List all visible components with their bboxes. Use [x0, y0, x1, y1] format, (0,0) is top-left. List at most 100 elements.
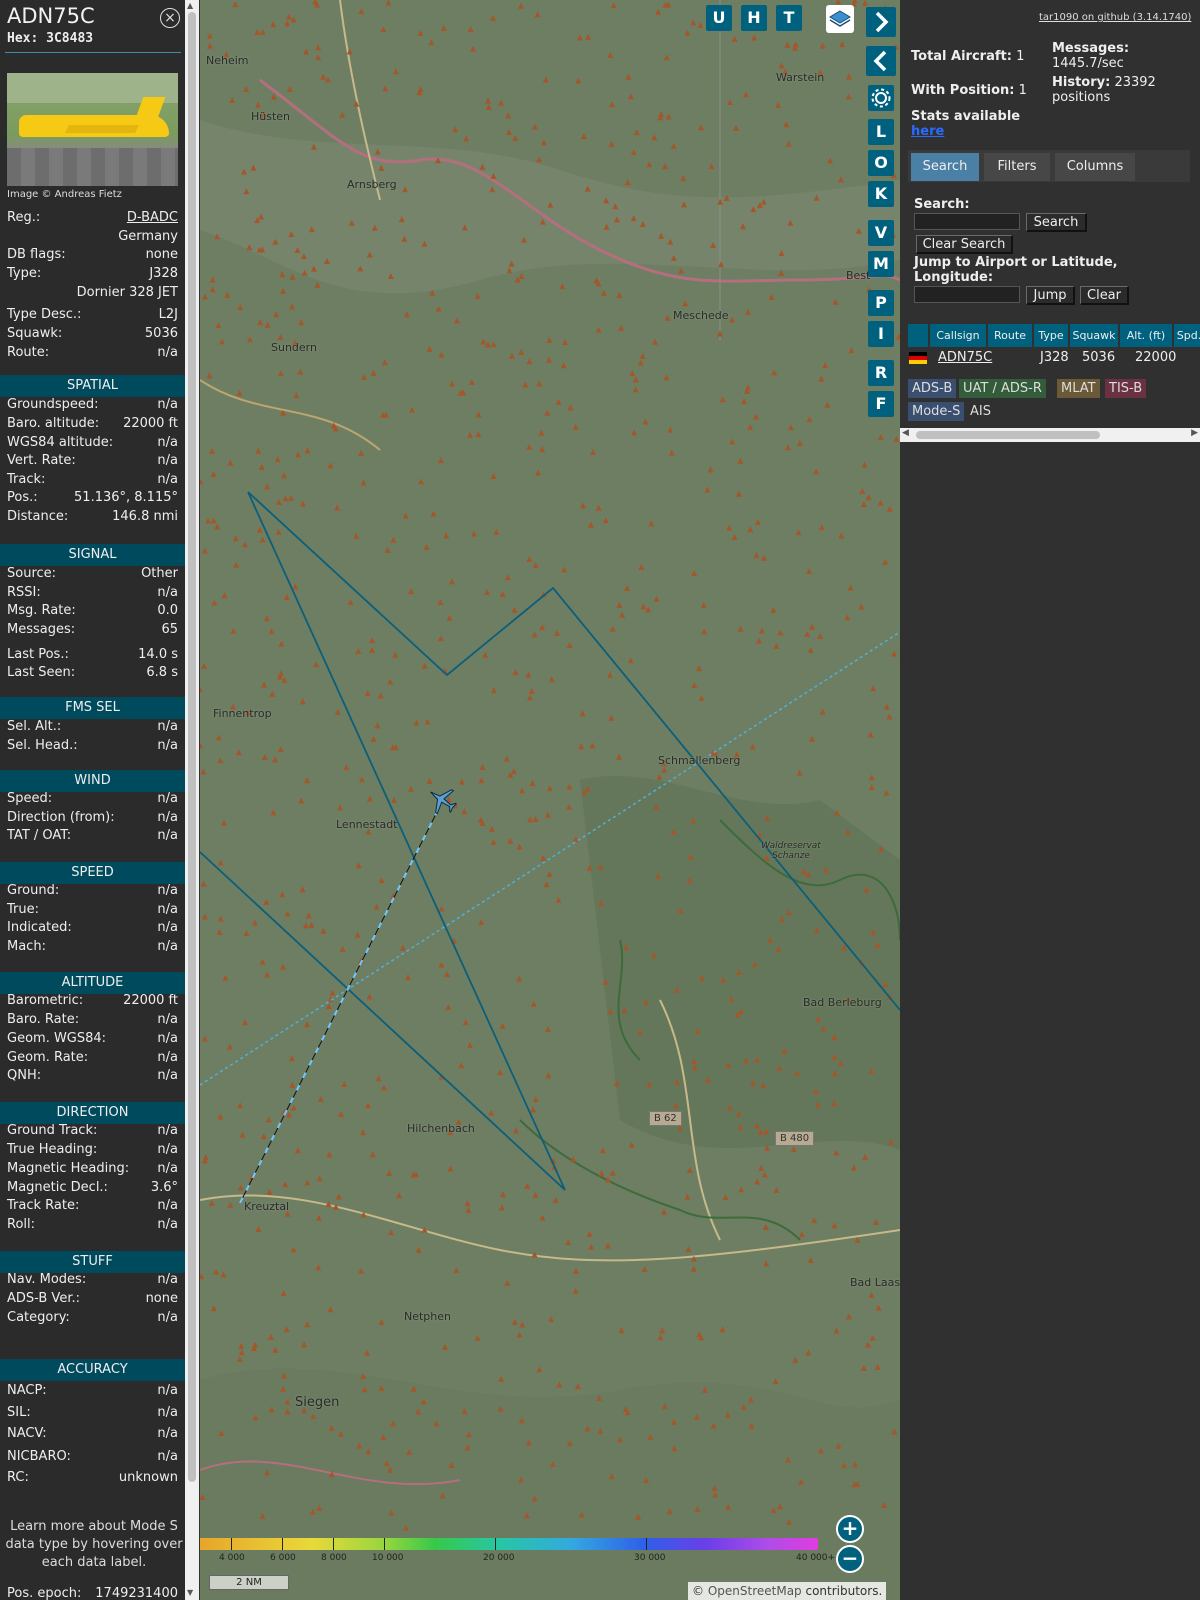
info-row: SIL: n/a: [7, 1405, 178, 1423]
layers-icon[interactable]: [826, 5, 854, 33]
field-label: ADS-B Ver.:: [7, 1291, 80, 1306]
forest-reserve-label: Waldreservat Schanze: [761, 841, 821, 861]
info-row: Baro. Rate: n/a: [7, 1012, 178, 1030]
map-button-i[interactable]: I: [868, 321, 894, 347]
aircraft-marker-icon[interactable]: [426, 784, 458, 816]
search-button[interactable]: Search: [1026, 213, 1087, 232]
stats-here-link[interactable]: here: [911, 124, 944, 139]
field-value: n/a: [157, 883, 178, 898]
expand-right-icon[interactable]: [866, 7, 896, 37]
map-button-u[interactable]: U: [706, 5, 732, 31]
map-button-p[interactable]: P: [868, 290, 894, 316]
map-button-l[interactable]: L: [868, 119, 894, 145]
field-label: True:: [7, 902, 39, 917]
clear-search-button[interactable]: Clear Search: [916, 235, 1013, 254]
section-header-spatial: SPATIAL: [0, 375, 185, 397]
column-header[interactable]: Alt. (ft): [1120, 324, 1172, 347]
column-header[interactable]: Callsign: [930, 324, 986, 347]
field-value: 5036: [144, 326, 178, 341]
map-button-v[interactable]: V: [868, 220, 894, 246]
field-label: Roll:: [7, 1217, 36, 1232]
source-legend-tis-b[interactable]: TIS-B: [1105, 379, 1147, 398]
messages-stat: Messages: 1445.7/sec: [1052, 41, 1129, 71]
total-aircraft-label: Total Aircraft:: [911, 49, 1012, 64]
source-legend-uat-ads-r[interactable]: UAT / ADS-R: [959, 379, 1046, 398]
town-label: Lennestadt: [336, 818, 398, 831]
field-label: Reg.:: [7, 210, 41, 225]
info-row: Msg. Rate: 0.0: [7, 603, 178, 621]
column-header[interactable]: Spd.: [1174, 324, 1200, 347]
info-row: Last Pos.: 14.0 s: [7, 647, 178, 665]
search-input[interactable]: [914, 213, 1020, 230]
map-view[interactable]: Neheim Hüsten Arnsberg Warstein Best Mes…: [200, 0, 900, 1600]
registration-link[interactable]: D-BADC: [127, 210, 178, 225]
callsign-link[interactable]: ADN75C: [938, 349, 992, 367]
info-row: NACP: n/a: [7, 1383, 178, 1401]
field-value: n/a: [157, 920, 178, 935]
map-button-o[interactable]: O: [868, 150, 894, 176]
info-row: Type: J328: [7, 266, 178, 284]
field-value: 3.6°: [150, 1180, 178, 1195]
column-header[interactable]: Squawk: [1070, 324, 1118, 347]
field-value: none: [145, 1291, 178, 1306]
field-value: 146.8 nmi: [112, 509, 178, 524]
field-label: Source:: [7, 566, 57, 581]
field-value: n/a: [157, 1123, 178, 1138]
field-label: Type Desc.:: [7, 307, 82, 322]
column-header[interactable]: Type: [1034, 324, 1068, 347]
field-value: Other: [141, 566, 178, 581]
info-row: Magnetic Decl.: 3.6°: [7, 1180, 178, 1198]
field-label: Direction (from):: [7, 810, 115, 825]
road-badge: B 62: [649, 1111, 682, 1126]
field-value: n/a: [157, 1050, 178, 1065]
source-legend-ais[interactable]: AIS: [966, 402, 995, 421]
field-value: n/a: [157, 585, 178, 600]
scale-tick: [333, 1538, 334, 1550]
field-value: n/a: [157, 435, 178, 450]
info-row: Sel. Alt.: n/a: [7, 719, 178, 737]
field-value: none: [145, 247, 178, 262]
map-button-k[interactable]: K: [868, 181, 894, 207]
table-horizontal-scrollbar[interactable]: ◀ ▶: [900, 428, 1200, 442]
collapse-left-icon[interactable]: [866, 46, 896, 76]
map-button-m[interactable]: M: [868, 251, 894, 277]
flag-column-header[interactable]: [908, 324, 928, 347]
settings-gear-icon[interactable]: [868, 85, 894, 111]
map-button-t[interactable]: T: [776, 5, 802, 31]
zoom-out-button[interactable]: −: [836, 1545, 864, 1573]
attribution-suffix: contributors.: [801, 1584, 883, 1598]
sidebar-scrollbar[interactable]: ▲ ▼: [185, 0, 199, 1600]
close-icon[interactable]: ×: [160, 8, 180, 28]
github-link[interactable]: tar1090 on github (3.14.1740): [1039, 12, 1191, 23]
source-legend-mlat[interactable]: MLAT: [1057, 379, 1100, 398]
source-legend-ads-b[interactable]: ADS-B: [908, 379, 957, 398]
altitude-scale-label: 10 000: [372, 1553, 404, 1563]
tab-columns[interactable]: Columns: [1055, 153, 1135, 181]
jump-input[interactable]: [914, 286, 1020, 303]
map-button-f[interactable]: F: [868, 391, 894, 417]
field-label: Magnetic Heading:: [7, 1161, 130, 1176]
tab-search[interactable]: Search: [911, 153, 979, 181]
zoom-in-button[interactable]: +: [836, 1515, 864, 1543]
info-row: Speed: n/a: [7, 791, 178, 809]
osm-link[interactable]: OpenStreetMap: [708, 1584, 802, 1598]
source-legend-mode-s[interactable]: Mode-S: [908, 402, 965, 421]
stats-available: Stats available here: [911, 109, 1020, 139]
column-header[interactable]: Route: [988, 324, 1032, 347]
jump-button[interactable]: Jump: [1026, 286, 1075, 305]
field-label: SIL:: [7, 1405, 31, 1420]
tab-filters[interactable]: Filters: [984, 153, 1050, 181]
clear-jump-button[interactable]: Clear: [1080, 286, 1129, 305]
search-label: Search:: [914, 197, 970, 212]
aircraft-photo[interactable]: [7, 73, 178, 186]
jump-label: Jump to Airport or Latitude, Longitude:: [914, 255, 1118, 285]
map-button-h[interactable]: H: [741, 5, 767, 31]
field-value: n/a: [157, 1272, 178, 1287]
germany-flag-icon: [909, 352, 927, 364]
map-button-r[interactable]: R: [868, 360, 894, 386]
info-row: RSSI: n/a: [7, 585, 178, 603]
field-label: NACP:: [7, 1383, 47, 1398]
section-header-speed: SPEED: [0, 862, 185, 884]
info-row: Dornier 328 JET: [7, 285, 178, 303]
with-position-label: With Position:: [911, 83, 1015, 98]
